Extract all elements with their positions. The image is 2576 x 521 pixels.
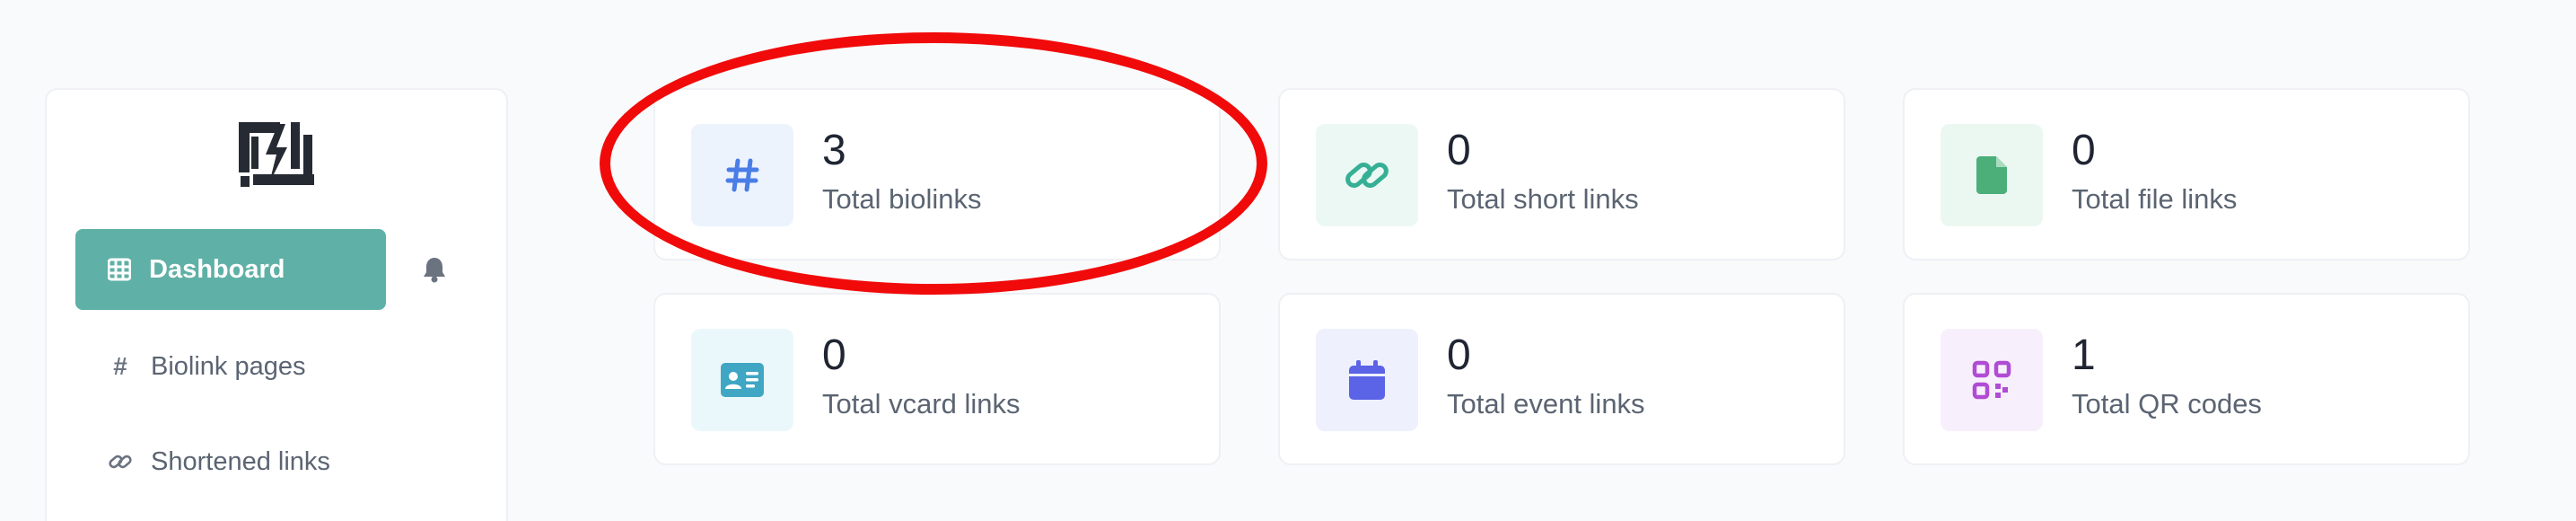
link-icon <box>1316 124 1418 226</box>
stat-value: 0 <box>1447 127 1471 174</box>
sidebar-item-label: Biolink pages <box>151 351 306 381</box>
sidebar-item-label: Shortened links <box>151 446 330 476</box>
annotation-ellipse <box>600 32 1267 295</box>
bell-icon[interactable] <box>416 252 452 287</box>
sidebar-item-biolink-pages[interactable]: # Biolink pages <box>75 340 470 393</box>
stat-value: 1 <box>2072 331 2096 379</box>
id-card-icon <box>691 329 793 431</box>
file-icon <box>1941 124 2043 226</box>
link-icon <box>108 449 133 474</box>
stat-card-vcard-links[interactable]: 0 Total vcard links <box>653 293 1221 465</box>
stat-card-event-links[interactable]: 0 Total event links <box>1278 293 1845 465</box>
sidebar-item-label: Dashboard <box>149 254 285 284</box>
calendar-icon <box>1316 329 1418 431</box>
sidebar: Dashboard # Biolink pages Shortened link… <box>45 88 508 521</box>
stat-label: Total vcard links <box>822 388 1021 419</box>
stat-value: 0 <box>2072 127 2096 174</box>
qr-code-icon <box>1941 329 2043 431</box>
sidebar-item-dashboard[interactable]: Dashboard <box>75 229 386 310</box>
stat-value: 0 <box>1447 331 1471 379</box>
stat-card-qr-codes[interactable]: 1 Total QR codes <box>1903 293 2470 465</box>
stat-card-short-links[interactable]: 0 Total short links <box>1278 88 1845 260</box>
brand-logo[interactable] <box>232 117 320 190</box>
stat-label: Total event links <box>1447 388 1645 419</box>
table-grid-icon <box>108 258 131 281</box>
hash-icon: # <box>113 352 127 380</box>
stat-label: Total file links <box>2072 183 2238 215</box>
sidebar-item-shortened-links[interactable]: Shortened links <box>75 435 470 489</box>
stat-label: Total short links <box>1447 183 1639 215</box>
stat-card-file-links[interactable]: 0 Total file links <box>1903 88 2470 260</box>
stat-value: 0 <box>822 331 846 379</box>
stat-label: Total QR codes <box>2072 388 2262 419</box>
